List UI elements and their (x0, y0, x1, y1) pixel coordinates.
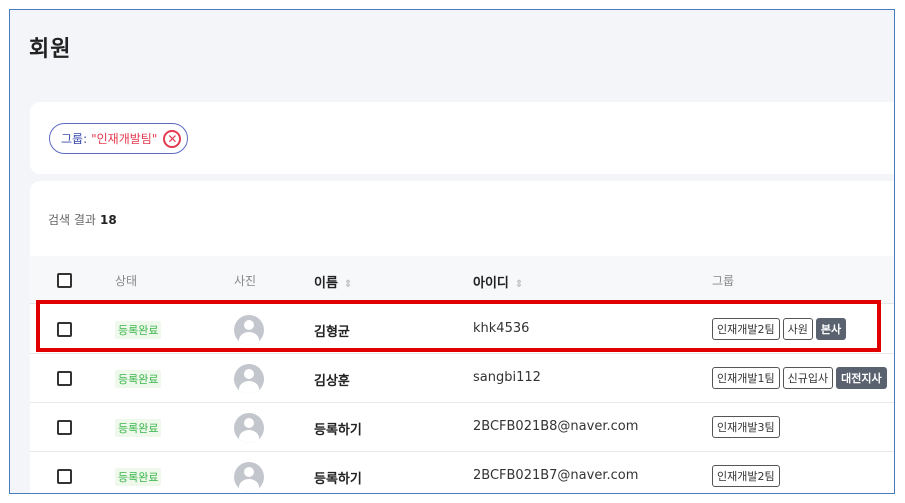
result-label: 검색 결과 (48, 213, 96, 227)
page-title: 회원 (29, 37, 72, 62)
group-tag: 인재개발1팀 (712, 367, 780, 389)
close-circle-icon[interactable]: ✕ (163, 130, 182, 148)
branch-tag: 본사 (815, 318, 847, 340)
avatar (234, 364, 264, 394)
row-checkbox[interactable] (57, 371, 72, 386)
header-id[interactable]: 아이디 ⇕ (473, 272, 523, 291)
table-header: 상태 사진 이름 ⇕ 아이디 ⇕ 그룹 (30, 256, 894, 304)
member-id: 2BCFB021B7@naver.com (473, 468, 639, 483)
row-checkbox[interactable] (57, 420, 72, 435)
group-tags: 인재개발1팀 신규입사 대전지사 (712, 367, 887, 389)
status-badge: 등록완료 (115, 468, 162, 486)
avatar (234, 413, 264, 443)
app-window: 회원 그룹: "인재개발팀" ✕ 검색 결과 18 상태 사진 이름 ⇕ 아이디 ⇕ … (9, 9, 895, 494)
group-tags: 인재개발2팀 (712, 465, 780, 487)
table-row[interactable]: 등록완료 등록하기 2BCFB021B8@naver.com 인재개발3팀 (30, 403, 894, 452)
filter-chip-value: "인재개발팀" (91, 132, 158, 146)
sort-icon[interactable]: ⇕ (515, 279, 523, 290)
member-id: 2BCFB021B8@naver.com (473, 419, 639, 434)
status-badge: 등록완료 (115, 370, 162, 388)
member-name[interactable]: 김형균 (314, 321, 350, 340)
sort-icon[interactable]: ⇕ (344, 279, 352, 290)
row-checkbox[interactable] (57, 469, 72, 484)
member-name[interactable]: 등록하기 (314, 468, 362, 487)
filter-panel: 그룹: "인재개발팀" ✕ (30, 102, 894, 174)
member-list-panel: 검색 결과 18 상태 사진 이름 ⇕ 아이디 ⇕ 그룹 등록완료 김형균 khk45… (30, 181, 894, 493)
status-badge: 등록완료 (115, 419, 162, 437)
group-tag: 사원 (782, 318, 813, 340)
header-status: 상태 (115, 274, 138, 288)
group-tags: 인재개발2팀 사원 본사 (712, 318, 847, 340)
filter-chip-label: 그룹: (61, 132, 88, 146)
member-name[interactable]: 김상훈 (314, 370, 350, 389)
group-tag: 인재개발3팀 (712, 416, 780, 438)
branch-tag: 대전지사 (836, 367, 887, 389)
select-all-checkbox[interactable] (57, 273, 72, 288)
row-checkbox[interactable] (57, 322, 72, 337)
group-tag: 인재개발2팀 (712, 465, 780, 487)
avatar (234, 315, 264, 345)
group-tags: 인재개발3팀 (712, 416, 780, 438)
table-row[interactable]: 등록완료 김형균 khk4536 인재개발2팀 사원 본사 (30, 305, 894, 354)
result-count: 검색 결과 18 (48, 211, 117, 228)
header-photo: 사진 (234, 274, 257, 288)
result-number: 18 (99, 213, 117, 227)
table-row[interactable]: 등록완료 김상훈 sangbi112 인재개발1팀 신규입사 대전지사 (30, 354, 894, 403)
member-id: sangbi112 (473, 370, 541, 385)
avatar (234, 462, 264, 492)
group-tag: 신규입사 (782, 367, 834, 389)
header-name[interactable]: 이름 ⇕ (314, 272, 352, 291)
status-badge: 등록완료 (115, 321, 162, 339)
header-name-label: 이름 (314, 276, 338, 291)
table-row[interactable]: 등록완료 등록하기 2BCFB021B7@naver.com 인재개발2팀 (30, 452, 894, 493)
group-tag: 인재개발2팀 (712, 318, 780, 340)
member-id: khk4536 (473, 321, 530, 336)
header-group: 그룹 (712, 274, 735, 288)
member-name[interactable]: 등록하기 (314, 419, 362, 438)
header-id-label: 아이디 (473, 276, 509, 291)
group-filter-chip[interactable]: 그룹: "인재개발팀" ✕ (49, 123, 189, 154)
